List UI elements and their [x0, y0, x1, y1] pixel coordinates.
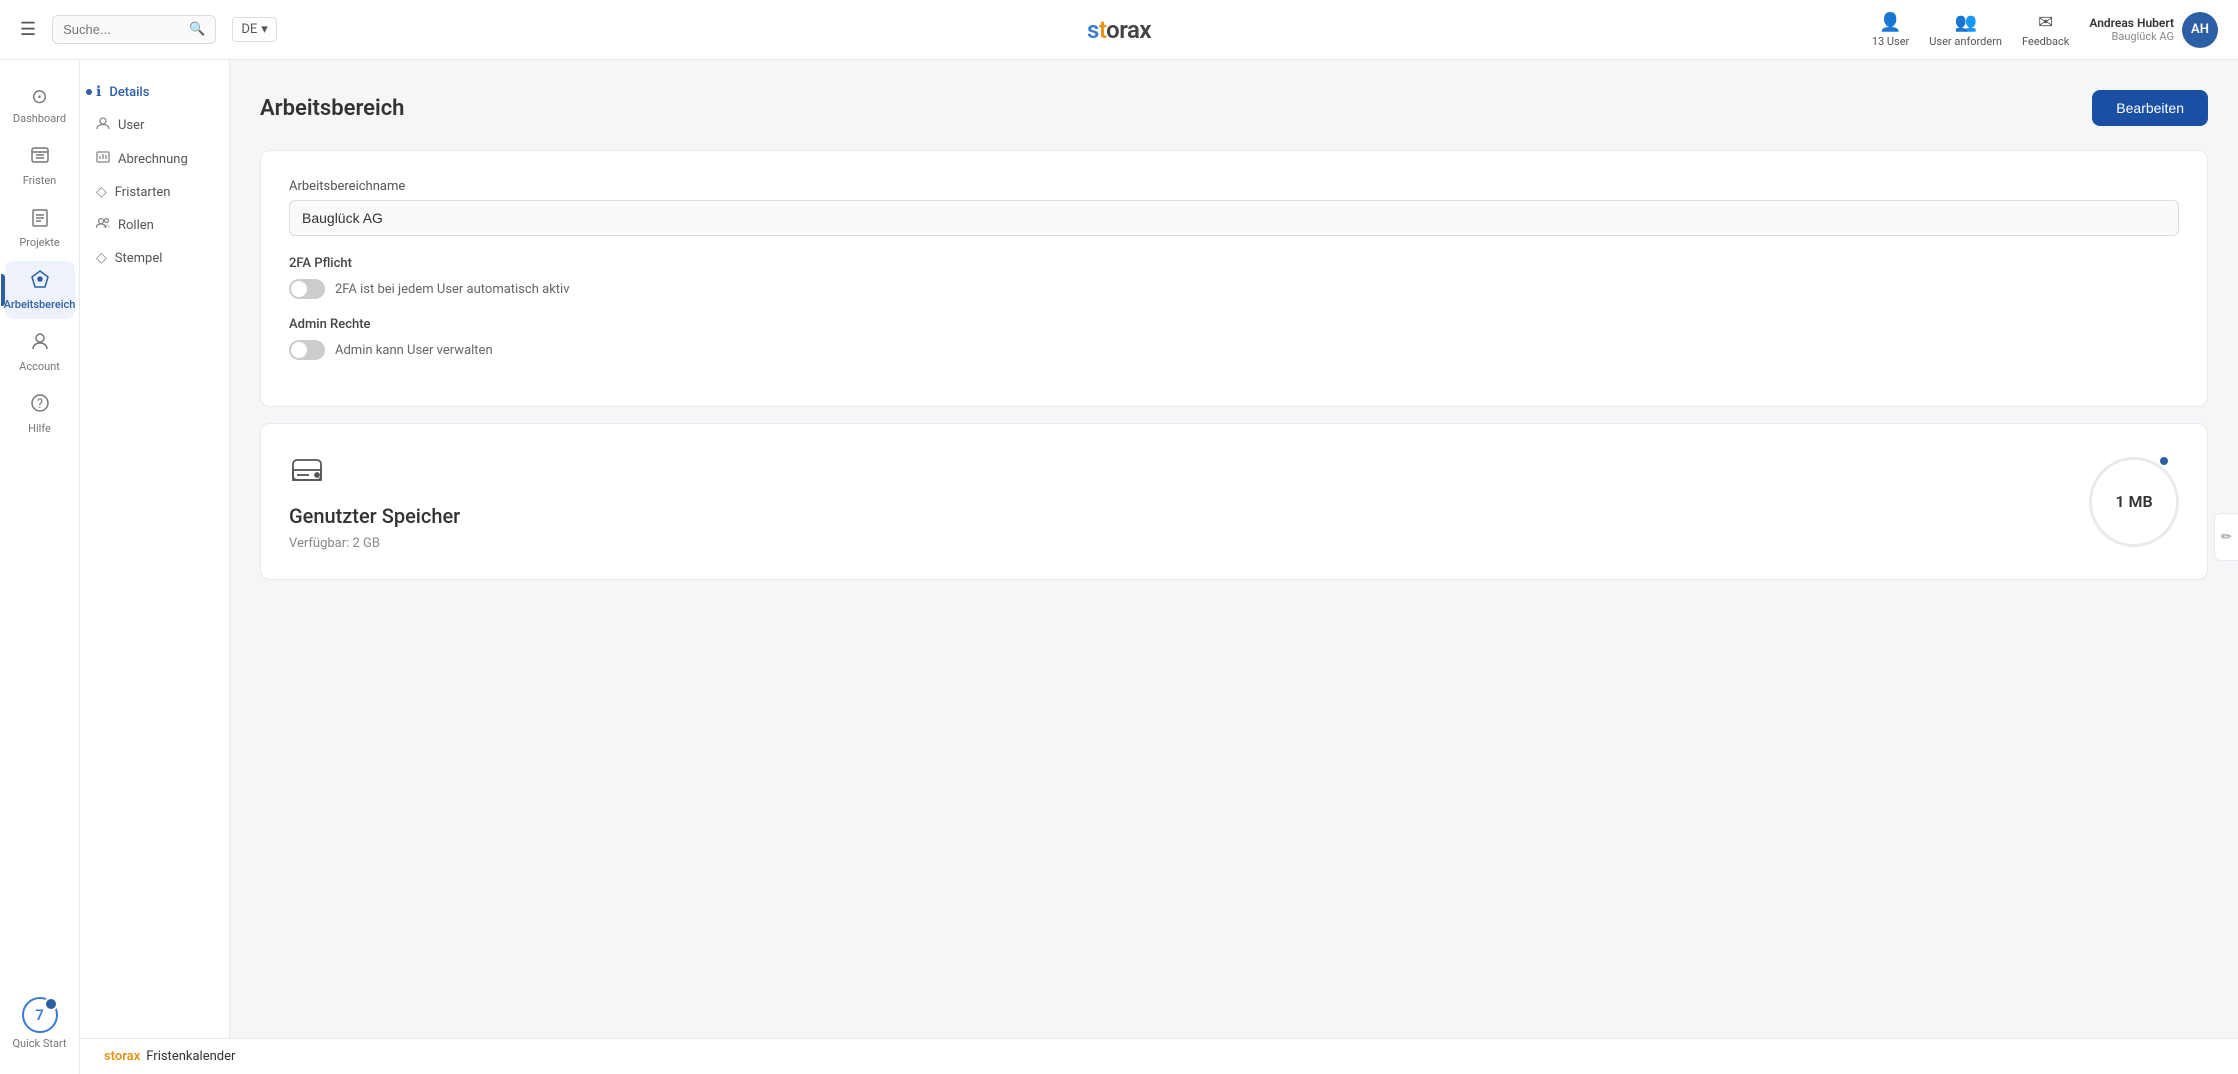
svg-text:?: ?	[36, 397, 42, 412]
storage-circle: 1 MB	[2089, 457, 2179, 547]
storage-available: Verfügbar: 2 GB	[289, 536, 460, 551]
sidebar-item-projekte[interactable]: Projekte	[5, 199, 75, 257]
projekte-icon	[30, 207, 50, 232]
twofa-toggle-row: 2FA ist bei jedem User automatisch aktiv	[289, 279, 2179, 299]
admin-setting: Admin Rechte Admin kann User verwalten	[289, 317, 2179, 360]
sidebar-item-quickstart[interactable]: 7 Quick Start	[5, 989, 75, 1058]
sidebar-item-arbeitsbereich[interactable]: Arbeitsbereich	[5, 261, 75, 319]
admin-toggle[interactable]	[289, 340, 325, 360]
page-title: Arbeitsbereich	[260, 96, 404, 121]
storage-left: Genutzter Speicher Verfügbar: 2 GB	[289, 452, 460, 551]
details-icon: ℹ	[96, 84, 101, 100]
search-box: 🔍	[52, 15, 216, 44]
feedback-action[interactable]: ✉ Feedback	[2022, 12, 2069, 48]
user-profile: Andreas Hubert Bauglück AG AH	[2089, 12, 2218, 48]
twofa-setting: 2FA Pflicht 2FA ist bei jedem User autom…	[289, 256, 2179, 299]
sub-sidebar-item-fristarten[interactable]: ◇ Fristarten	[80, 176, 229, 208]
dashboard-icon: ⊙	[31, 84, 48, 108]
twofa-title: 2FA Pflicht	[289, 256, 2179, 271]
feedback-icon: ✉	[2038, 12, 2053, 33]
footer-bar: storax Fristenkalender	[80, 1038, 2238, 1074]
workspace-name-input[interactable]	[289, 200, 2179, 236]
page-header: Arbeitsbereich Bearbeiten	[260, 90, 2208, 126]
fristarten-icon: ◇	[96, 184, 107, 200]
fristen-icon	[30, 145, 50, 170]
quick-start-badge: 7	[22, 997, 58, 1033]
pencil-icon: ✏	[2221, 530, 2232, 545]
storage-drive-icon	[289, 452, 460, 496]
stempel-icon: ◇	[96, 250, 107, 266]
storage-title: Genutzter Speicher	[289, 504, 460, 528]
users-action[interactable]: 👤 13 User	[1872, 12, 1909, 48]
arbeitsbereich-icon	[30, 269, 50, 294]
storage-card: Genutzter Speicher Verfügbar: 2 GB 1 MB	[260, 423, 2208, 580]
sub-sidebar-item-rollen[interactable]: Rollen	[80, 208, 229, 242]
header-left: ☰ 🔍 DE ▾	[20, 15, 277, 44]
right-edge-tool[interactable]: ✏	[2214, 513, 2238, 561]
sub-sidebar-item-details[interactable]: ℹ Details	[80, 76, 229, 108]
admin-label: Admin kann User verwalten	[335, 343, 493, 358]
add-user-icon: 👥	[1954, 12, 1976, 33]
sub-sidebar-item-stempel[interactable]: ◇ Stempel	[80, 242, 229, 274]
header: ☰ 🔍 DE ▾ storax 👤 13 User 👥 User anforde…	[0, 0, 2238, 60]
account-icon	[30, 331, 50, 356]
app-body: ⊙ Dashboard Fristen	[0, 60, 2238, 1074]
user-icon: 👤	[1879, 12, 1901, 33]
sidebar-item-fristen[interactable]: Fristen	[5, 137, 75, 195]
admin-title: Admin Rechte	[289, 317, 2179, 332]
storage-content: Genutzter Speicher Verfügbar: 2 GB 1 MB	[289, 452, 2179, 551]
main-content: Arbeitsbereich Bearbeiten Arbeitsbereich…	[230, 60, 2238, 1074]
sub-sidebar: ℹ Details User Abrechnung	[80, 60, 230, 1074]
search-input[interactable]	[63, 22, 183, 37]
avatar[interactable]: AH	[2182, 12, 2218, 48]
sidebar-item-hilfe[interactable]: ? Hilfe	[5, 385, 75, 443]
header-right: 👤 13 User 👥 User anfordern ✉ Feedback An…	[1872, 12, 2218, 48]
hilfe-icon: ?	[30, 393, 50, 418]
sub-sidebar-item-user[interactable]: User	[80, 108, 229, 142]
user-profile-text: Andreas Hubert Bauglück AG	[2089, 16, 2174, 43]
footer-storax: storax	[104, 1049, 140, 1064]
sub-sidebar-item-abrechnung[interactable]: Abrechnung	[80, 142, 229, 176]
twofa-toggle[interactable]	[289, 279, 325, 299]
logo: storax	[1087, 16, 1151, 44]
user-sub-icon	[96, 116, 110, 134]
search-icon: 🔍	[189, 22, 205, 37]
lang-selector[interactable]: DE ▾	[232, 17, 276, 42]
admin-toggle-row: Admin kann User verwalten	[289, 340, 2179, 360]
chevron-down-icon: ▾	[261, 22, 268, 37]
request-user-action[interactable]: 👥 User anfordern	[1929, 12, 2002, 48]
rollen-icon	[96, 216, 110, 234]
active-indicator	[86, 89, 92, 95]
footer-text: Fristenkalender	[146, 1049, 235, 1064]
workspace-name-group: Arbeitsbereichname	[289, 179, 2179, 236]
edit-button[interactable]: Bearbeiten	[2092, 90, 2208, 126]
workspace-name-label: Arbeitsbereichname	[289, 179, 2179, 194]
twofa-label: 2FA ist bei jedem User automatisch aktiv	[335, 282, 570, 297]
abrechnung-icon	[96, 150, 110, 168]
sidebar-item-dashboard[interactable]: ⊙ Dashboard	[5, 76, 75, 133]
sidebar: ⊙ Dashboard Fristen	[0, 60, 80, 1074]
sidebar-item-account[interactable]: Account	[5, 323, 75, 381]
menu-icon[interactable]: ☰	[20, 19, 36, 40]
workspace-card: Arbeitsbereichname 2FA Pflicht 2FA ist b…	[260, 150, 2208, 407]
